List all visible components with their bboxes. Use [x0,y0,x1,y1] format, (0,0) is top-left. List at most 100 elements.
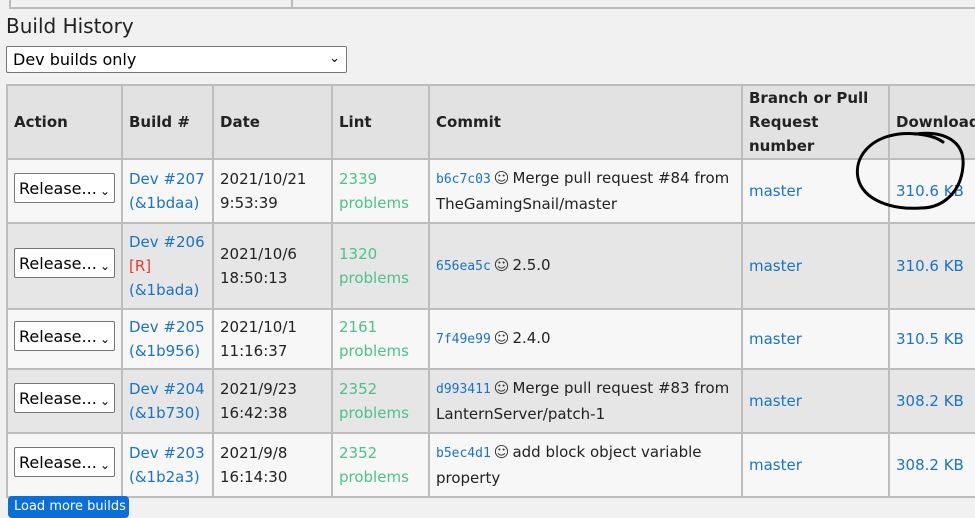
download-cell: 310.6 KB [888,222,975,310]
lint-word: problems [339,468,409,486]
lint-count: 2352 [339,380,378,398]
action-cell: Release... ⌄ [6,368,123,434]
release-select[interactable]: Release... ⌄ [14,172,115,203]
action-cell: Release... ⌄ [6,222,123,310]
download-cell: 310.5 KB [888,308,975,370]
chevron-down-icon: ⌄ [99,258,110,273]
branch-link[interactable]: master [749,456,802,474]
release-select-value: Release... [19,326,97,346]
lint-count: 2339 [339,170,378,188]
build-link[interactable]: Dev #205 [129,318,205,336]
branch-cell: master [741,368,890,434]
lint-cell: 2352 problems [331,368,430,434]
lint-link[interactable]: 2352 problems [339,380,409,422]
build-hash-link[interactable]: (&1bdaa) [129,194,199,212]
date-cell: 2021/10/21 9:53:39 [212,158,333,224]
action-cell: Release... ⌄ [6,432,123,498]
smiley-face-icon: ☺ [493,443,510,461]
commit-message: 2.5.0 [512,256,551,274]
build-hash-link[interactable]: (&1bada) [129,281,199,299]
commit-cell: 7f49e99 ☺ 2.4.0 [428,308,743,370]
chevron-down-icon: ⌄ [99,393,110,408]
build-hash-link[interactable]: (&1b2a3) [129,468,200,486]
build-date: 2021/10/6 [220,245,297,263]
lint-cell: 2161 problems [331,308,430,370]
release-select-value: Release... [19,253,97,273]
load-more-button[interactable]: Load more builds [8,496,129,518]
branch-link[interactable]: master [749,392,802,410]
lint-cell: 2352 problems [331,432,430,498]
lint-count: 2161 [339,318,378,336]
build-cell: Dev #207 (&1bdaa) [121,158,214,224]
lint-cell: 1320 problems [331,222,430,310]
table-row: Release... ⌄ Dev #203 (&1b2a3) 2021/9/8 … [6,432,975,498]
release-select[interactable]: Release... ⌄ [14,382,115,413]
commit-hash-link[interactable]: b5ec4d1 [436,446,491,461]
lint-word: problems [339,342,409,360]
download-link[interactable]: 308.2 KB [896,392,964,410]
lint-link[interactable]: 2352 problems [339,444,409,486]
chevron-down-icon: ⌄ [99,183,110,198]
branch-link[interactable]: master [749,257,802,275]
top-divider [293,7,975,9]
smiley-face-icon: ☺ [493,379,510,397]
branch-cell: master [741,432,890,498]
action-cell: Release... ⌄ [6,158,123,224]
commit-cell: 656ea5c ☺ 2.5.0 [428,222,743,310]
build-filter-select[interactable]: Dev builds only ⌄ [6,46,347,73]
download-link[interactable]: 308.2 KB [896,456,964,474]
col-header-date: Date [212,84,333,160]
release-select[interactable]: Release... ⌄ [14,446,115,477]
build-link[interactable]: Dev #207 [129,170,205,188]
top-panel-box [9,0,293,9]
date-cell: 2021/9/23 16:42:38 [212,368,333,434]
download-link[interactable]: 310.6 KB [896,257,964,275]
commit-hash-link[interactable]: d993411 [436,382,491,397]
commit-cell: b5ec4d1 ☺ add block object variable proper… [428,432,743,498]
chevron-down-icon: ⌄ [99,331,110,346]
build-time: 11:16:37 [220,342,288,360]
action-cell: Release... ⌄ [6,308,123,370]
build-cell: Dev #203 (&1b2a3) [121,432,214,498]
smiley-face-icon: ☺ [493,329,510,347]
table-row: Release... ⌄ Dev #205 (&1b956) 2021/10/1… [6,308,975,370]
smiley-face-icon: ☺ [493,256,510,274]
lint-count: 2352 [339,444,378,462]
chevron-down-icon: ⌄ [329,51,340,66]
lint-link[interactable]: 1320 problems [339,245,409,287]
build-link[interactable]: Dev #206 [129,233,205,251]
lint-cell: 2339 problems [331,158,430,224]
branch-link[interactable]: master [749,182,802,200]
lint-word: problems [339,194,409,212]
build-hash-link[interactable]: (&1b956) [129,342,200,360]
commit-cell: d993411 ☺ Merge pull request #83 from Lant… [428,368,743,434]
download-link[interactable]: 310.5 KB [896,330,964,348]
commit-hash-link[interactable]: 7f49e99 [436,332,491,347]
col-header-commit: Commit [428,84,743,160]
commit-hash-link[interactable]: 656ea5c [436,259,491,274]
table-row: Release... ⌄ Dev #206 [R] (&1bada) 2021/… [6,222,975,310]
col-header-build: Build # [121,84,214,160]
build-cell: Dev #204 (&1b730) [121,368,214,434]
top-frame [0,0,975,10]
col-header-lint: Lint [331,84,430,160]
branch-cell: master [741,222,890,310]
release-select-value: Release... [19,178,97,198]
build-link[interactable]: Dev #204 [129,380,205,398]
lint-count: 1320 [339,245,378,263]
build-date: 2021/10/21 [220,170,307,188]
release-select[interactable]: Release... ⌄ [14,247,115,278]
release-select[interactable]: Release... ⌄ [14,320,115,351]
release-select-value: Release... [19,388,97,408]
commit-hash-link[interactable]: b6c7c03 [436,172,491,187]
lint-link[interactable]: 2161 problems [339,318,409,360]
date-cell: 2021/10/1 11:16:37 [212,308,333,370]
branch-cell: master [741,308,890,370]
build-link[interactable]: Dev #203 [129,444,205,462]
release-flag: [R] [129,257,152,275]
branch-link[interactable]: master [749,330,802,348]
lint-link[interactable]: 2339 problems [339,170,409,212]
build-hash-link[interactable]: (&1b730) [129,404,200,422]
build-filter-value: Dev builds only [13,50,137,69]
build-time: 9:53:39 [220,194,278,212]
